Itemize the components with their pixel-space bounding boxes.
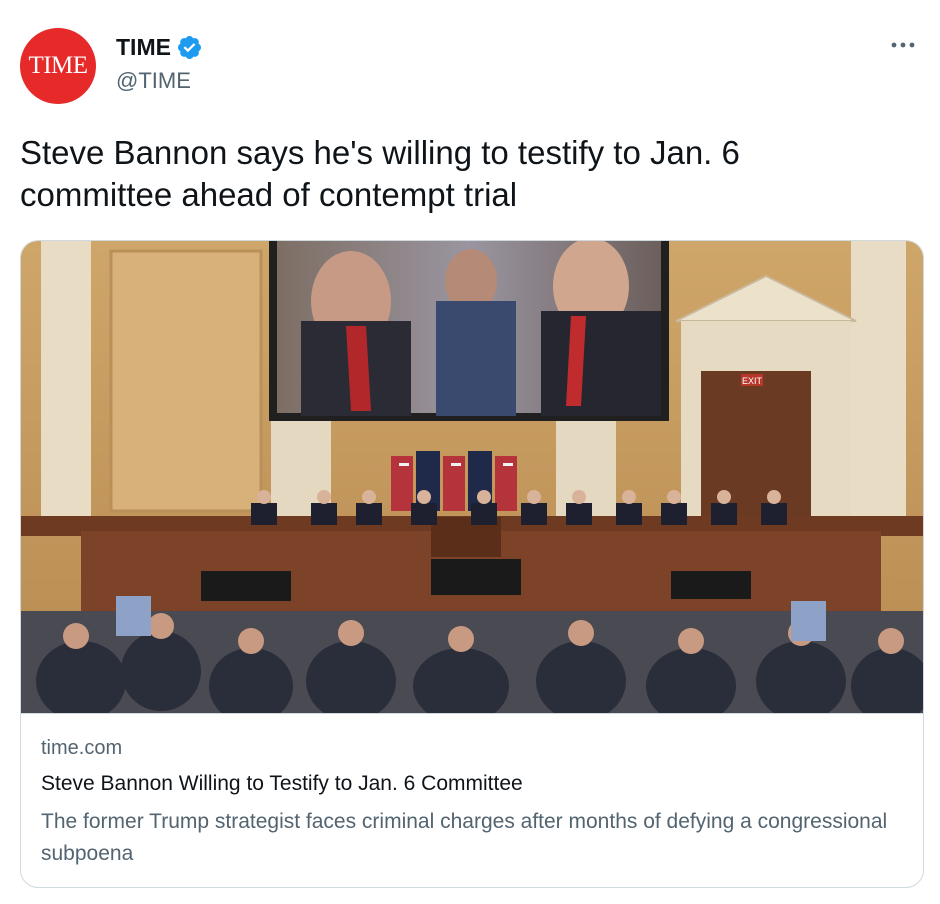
card-description: The former Trump strategist faces crimin… xyxy=(41,810,888,865)
link-card[interactable]: EXIT time.com Steve Bannon Willing to Te… xyxy=(20,240,924,888)
avatar[interactable]: TIME xyxy=(20,28,96,104)
avatar-logo-text: TIME xyxy=(28,52,88,79)
exit-sign-text: EXIT xyxy=(742,376,763,386)
more-options-button[interactable] xyxy=(888,30,918,60)
author-handle[interactable]: @TIME xyxy=(116,68,191,94)
more-dots-icon xyxy=(891,42,915,48)
tweet-text: Steve Bannon says he's willing to testif… xyxy=(20,134,740,213)
author-name-row: TIME xyxy=(116,34,203,61)
verified-badge-icon xyxy=(177,35,201,60)
card-domain: time.com xyxy=(41,737,123,759)
author-display-name[interactable]: TIME xyxy=(116,34,171,61)
card-image[interactable]: EXIT xyxy=(21,241,923,714)
card-title[interactable]: Steve Bannon Willing to Testify to Jan. … xyxy=(41,772,523,796)
